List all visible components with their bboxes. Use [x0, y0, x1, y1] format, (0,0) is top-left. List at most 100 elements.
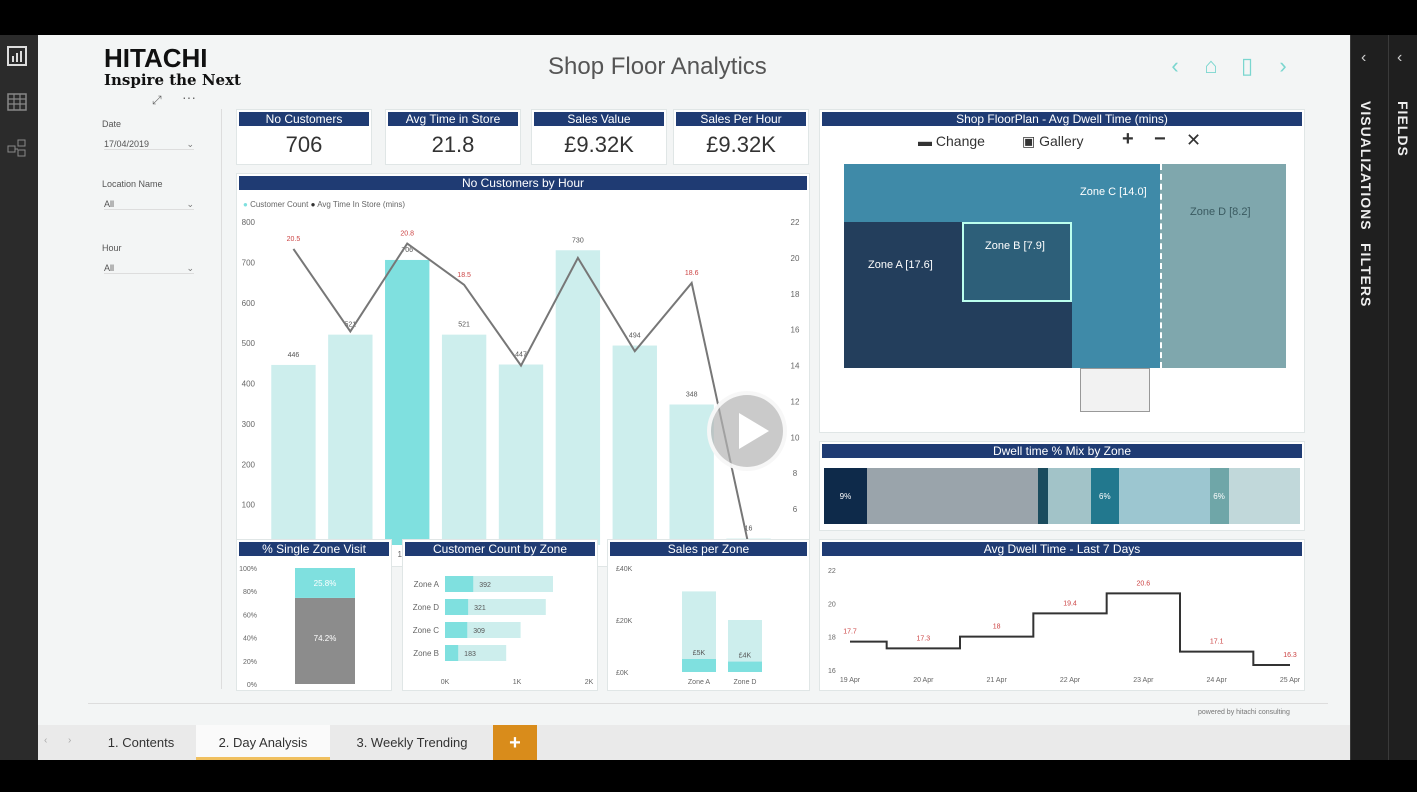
data-label: 17.1	[1210, 639, 1224, 646]
tab-day-analysis[interactable]: 2. Day Analysis	[196, 725, 330, 760]
filters-pane-label[interactable]: FILTERS	[1358, 243, 1374, 307]
page-navigation: ‹ ⌂ ▯ ›	[1164, 53, 1294, 79]
zone-a-area[interactable]	[844, 222, 962, 368]
hour-slicer-dropdown[interactable]: All ⌄	[104, 263, 194, 274]
back-icon[interactable]: ‹	[1164, 53, 1186, 79]
bookmark-icon[interactable]: ▯	[1236, 53, 1258, 79]
y-tick-label: 16	[828, 668, 836, 675]
kpi-card-customers[interactable]: No Customers 706	[236, 109, 372, 165]
zone-a-label: Zone A [17.6]	[868, 259, 933, 271]
mix-segment[interactable]: 6%	[1209, 468, 1229, 524]
chevron-down-icon: ⌄	[186, 263, 194, 273]
mix-segment[interactable]	[1119, 468, 1210, 524]
customer-zone-plot: Zone A 392 Zone D 321 Zone C 309 Zone B 183 0K 1K…	[413, 576, 594, 686]
logo-tagline: Inspire the Next	[104, 71, 241, 89]
bar	[385, 259, 430, 545]
y-tick-label: Zone D	[413, 603, 439, 612]
scroll-right-icon[interactable]: ›	[68, 735, 71, 746]
y-tick-label: 300	[242, 420, 256, 429]
mix-segment[interactable]	[1228, 468, 1300, 524]
change-label: Change	[935, 133, 985, 149]
line-data-label: 20.8	[400, 231, 414, 238]
customers-by-hour-chart[interactable]: No Customers by Hour ● Customer Count ● …	[236, 173, 810, 567]
y2-tick-label: 16	[791, 326, 800, 335]
logo-brand: HITACHI	[104, 43, 208, 73]
hitachi-logo: HITACHI Inspire the Next	[104, 45, 241, 89]
report-view-icon[interactable]	[6, 45, 28, 67]
folder-icon: ▬	[918, 133, 932, 149]
hour-slicer-label: Hour	[102, 243, 122, 253]
mix-segment[interactable]	[866, 468, 1039, 524]
tab-weekly-trending[interactable]: 3. Weekly Trending	[330, 725, 494, 760]
avg-dwell-7days-chart[interactable]: Avg Dwell Time - Last 7 Days 16 18 20 22 17.…	[819, 539, 1305, 691]
expand-pane-icon[interactable]: ‹	[1397, 49, 1402, 67]
mix-segment[interactable]: 6%	[1090, 468, 1120, 524]
x-tick-label: 25 Apr	[1280, 677, 1301, 684]
zone-d-area[interactable]	[1160, 164, 1286, 368]
mix-segment[interactable]: 9%	[824, 468, 867, 524]
kpi-card-sales-per-hour[interactable]: Sales Per Hour £9.32K	[673, 109, 809, 165]
location-slicer-value: All	[104, 199, 115, 209]
zone-b-area[interactable]	[962, 222, 1072, 302]
sales-per-zone-chart[interactable]: Sales per Zone £0K £20K £40K £5K Zone A £4K Zo…	[607, 539, 810, 691]
bar	[555, 250, 601, 545]
mix-segment[interactable]	[1047, 468, 1091, 524]
zoom-in-button[interactable]: +	[1122, 128, 1134, 151]
gallery-button[interactable]: ▣ Gallery	[1022, 133, 1083, 150]
forward-icon[interactable]: ›	[1272, 53, 1294, 79]
home-icon[interactable]: ⌂	[1200, 53, 1222, 79]
bar	[728, 661, 762, 672]
kpi-title: Sales Value	[534, 112, 664, 126]
x-tick-label: 0K	[441, 679, 450, 686]
more-options-icon[interactable]: ···	[182, 89, 196, 105]
fields-pane[interactable]: ‹ FIELDS	[1388, 35, 1417, 760]
page-title: Shop Floor Analytics	[548, 53, 767, 80]
zoom-out-button[interactable]: −	[1154, 128, 1166, 151]
video-play-button[interactable]	[707, 391, 787, 471]
change-button[interactable]: ▬ Change	[918, 133, 985, 149]
data-view-icon[interactable]	[6, 91, 28, 113]
y-tick-label: 60%	[243, 612, 257, 619]
y-tick-label: 200	[242, 460, 256, 469]
scroll-left-icon[interactable]: ‹	[44, 735, 47, 746]
date-slicer-input[interactable]: 17/04/2019 ⌄	[104, 139, 194, 150]
fields-pane-label[interactable]: FIELDS	[1395, 101, 1411, 157]
add-page-button[interactable]: +	[493, 725, 537, 760]
visualizations-pane-label[interactable]: VISUALIZATIONS	[1358, 101, 1374, 231]
y2-tick-label: 10	[791, 433, 800, 442]
kpi-card-avg-time[interactable]: Avg Time in Store (mins) 21.8	[385, 109, 521, 165]
bar	[445, 599, 469, 615]
data-label: 20.6	[1137, 580, 1151, 587]
visualizations-filters-pane[interactable]: ‹ VISUALIZATIONS FILTERS	[1350, 35, 1383, 760]
expand-pane-icon[interactable]: ‹	[1361, 49, 1366, 67]
model-view-icon[interactable]	[6, 137, 28, 159]
bar	[445, 576, 474, 592]
y2-tick-label: 20	[791, 254, 800, 263]
bar	[271, 364, 316, 545]
data-label: 183	[464, 651, 476, 658]
location-slicer-dropdown[interactable]: All ⌄	[104, 199, 194, 210]
y-tick-label: £20K	[616, 618, 633, 625]
y2-tick-label: 18	[791, 290, 800, 299]
slicer-panel: ⤢ ··· Date 17/04/2019 ⌄ Location Name All…	[92, 89, 222, 689]
mix-segment[interactable]	[1038, 468, 1048, 524]
y-tick-label: £0K	[616, 670, 629, 677]
kpi-card-sales-value[interactable]: Sales Value £9.32K	[531, 109, 667, 165]
data-label: 392	[479, 582, 491, 589]
reset-button[interactable]: ✕	[1186, 130, 1201, 151]
dwell-mix-visual[interactable]: Dwell time % Mix by Zone 9% 6% 6%	[819, 441, 1305, 531]
chevron-down-icon: ⌄	[186, 199, 194, 209]
y2-tick-label: 12	[791, 397, 800, 406]
combo-chart-plot: 0100200300400500600700800468101214161820…	[242, 218, 800, 559]
tab-contents[interactable]: 1. Contents	[86, 725, 196, 760]
single-zone-visit-chart[interactable]: % Single Zone Visit 0% 20% 40% 60% 80% 100% 74…	[236, 539, 392, 691]
y-tick-label: 0%	[247, 682, 257, 689]
chart-title: Shop FloorPlan - Avg Dwell Time (mins)	[822, 112, 1302, 126]
bar	[682, 659, 716, 672]
y-tick-label: 80%	[243, 589, 257, 596]
focus-mode-icon[interactable]: ⤢	[152, 93, 162, 108]
floorplan-entrance	[1080, 368, 1150, 412]
floorplan-visual[interactable]: Shop FloorPlan - Avg Dwell Time (mins) ▬…	[819, 109, 1305, 433]
customer-count-by-zone-chart[interactable]: Customer Count by Zone Zone A 392 Zone D 32…	[402, 539, 598, 691]
y-tick-label: Zone C	[413, 626, 439, 635]
